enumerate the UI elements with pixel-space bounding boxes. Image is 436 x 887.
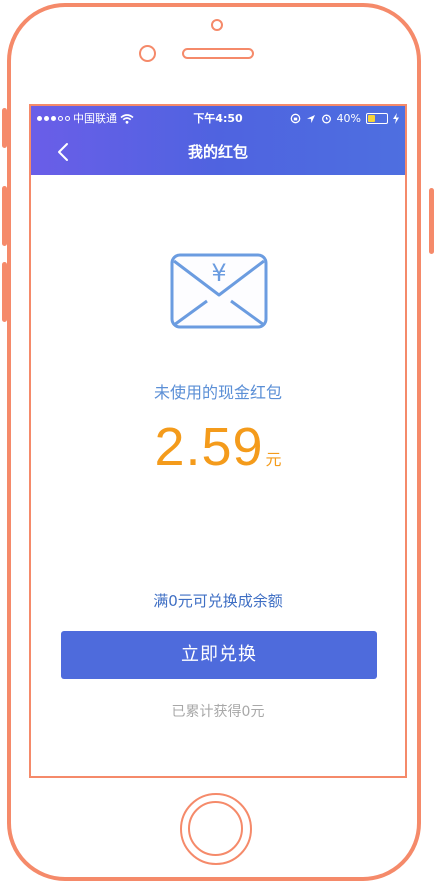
battery-icon [366,113,388,124]
battery-level [368,115,375,122]
earpiece-speaker [182,48,254,59]
unused-cash-label: 未使用的现金红包 [153,383,282,402]
exchange-now-button[interactable]: 立即兑换 [61,631,377,679]
home-button[interactable] [180,793,252,865]
status-bar: 中国联通 下午4:50 40% [31,106,405,131]
balance-amount: 2.59 [154,417,264,477]
exchange-threshold-text: 满0元可兑换成余额 [153,592,283,610]
battery-percent: 40% [336,112,361,125]
balance-display: 2.59 元 [31,416,405,478]
balance-unit: 元 [265,450,282,469]
red-packet-envelope-icon: ¥ [170,253,268,329]
alarm-icon [321,114,331,124]
home-button-ring [188,801,243,856]
status-right: 40% [290,106,399,131]
front-camera [139,45,156,62]
charging-bolt-icon [393,113,399,124]
power-button [429,188,434,254]
header: 中国联通 下午4:50 40% 我的红包 [31,106,405,175]
front-sensor [211,19,223,31]
total-earned-text: 已累计获得0元 [171,704,265,720]
location-arrow-icon [306,114,315,123]
yuan-symbol: ¥ [211,259,226,287]
orientation-lock-icon [290,113,300,124]
phone-screen: 中国联通 下午4:50 40% 我的红包 ¥ 未使用的现金红包 2.59 元 满… [29,104,407,778]
page-title: 我的红包 [187,143,248,161]
